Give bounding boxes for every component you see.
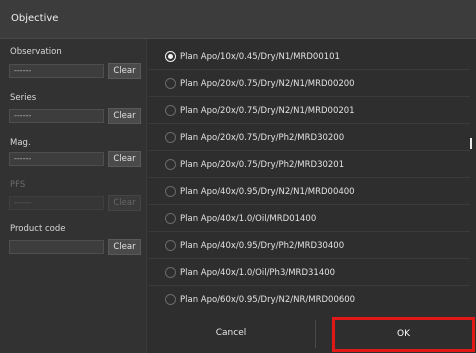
objective-option[interactable]: Plan Apo/40x/0.95/Dry/Ph2/MRD30400	[148, 234, 470, 259]
objective-option-label: Plan Apo/40x/0.95/Dry/N2/N1/MRD00400	[180, 187, 355, 197]
objective-option[interactable]: Plan Apo/20x/0.75/Dry/N2/N1/MRD00201	[148, 99, 470, 124]
series-clear-button[interactable]: Clear	[108, 108, 141, 124]
pfs-label: PFS	[10, 180, 26, 190]
radio-selected-icon[interactable]	[165, 51, 176, 62]
objective-option[interactable]: Plan Apo/40x/0.95/Dry/N2/N1/MRD00400	[148, 180, 470, 205]
window-title: Objective	[11, 13, 59, 24]
cancel-button[interactable]: Cancel	[148, 314, 314, 353]
objective-option-label: Plan Apo/10x/0.45/Dry/N1/MRD00101	[180, 52, 340, 62]
series-label: Series	[10, 93, 37, 103]
radio-icon[interactable]	[165, 186, 176, 197]
pfs-clear-button: Clear	[108, 195, 141, 211]
objective-option-label: Plan Apo/20x/0.75/Dry/Ph2/MRD30201	[180, 160, 345, 170]
objective-option-label: Plan Apo/20x/0.75/Dry/N2/N1/MRD00201	[180, 106, 355, 116]
objective-option[interactable]: Plan Apo/40x/1.0/Oil/Ph3/MRD31400	[148, 261, 470, 286]
radio-icon[interactable]	[165, 78, 176, 89]
objective-option-label: Plan Apo/20x/0.75/Dry/Ph2/MRD30200	[180, 133, 345, 143]
series-field[interactable]: ------	[9, 109, 104, 123]
filter-sidebar: Observation ------ Clear Series ------ C…	[0, 39, 147, 353]
objective-option-label: Plan Apo/40x/1.0/Oil/Ph3/MRD31400	[180, 268, 336, 278]
objective-option[interactable]: Plan Apo/40x/1.0/Oil/MRD01400	[148, 207, 470, 232]
objective-option[interactable]: Plan Apo/20x/0.75/Dry/N2/N1/MRD00200	[148, 72, 470, 97]
objective-option-label: Plan Apo/20x/0.75/Dry/N2/N1/MRD00200	[180, 79, 355, 89]
objective-list: Plan Apo/10x/0.45/Dry/N1/MRD00101 Plan A…	[148, 39, 476, 314]
radio-icon[interactable]	[165, 159, 176, 170]
observation-clear-button[interactable]: Clear	[108, 63, 141, 79]
ok-button[interactable]: OK	[332, 317, 475, 352]
radio-icon[interactable]	[165, 267, 176, 278]
objective-option[interactable]: Plan Apo/60x/0.95/Dry/N2/NR/MRD00600	[148, 288, 470, 313]
observation-field[interactable]: ------	[9, 64, 104, 78]
scrollbar-thumb[interactable]	[470, 138, 472, 149]
radio-icon[interactable]	[165, 132, 176, 143]
radio-icon[interactable]	[165, 240, 176, 251]
objective-option[interactable]: Plan Apo/20x/0.75/Dry/Ph2/MRD30200	[148, 126, 470, 151]
objective-option-label: Plan Apo/40x/0.95/Dry/Ph2/MRD30400	[180, 241, 345, 251]
objective-option[interactable]: Plan Apo/10x/0.45/Dry/N1/MRD00101	[148, 45, 470, 70]
pfs-field: ------	[9, 196, 104, 210]
objective-option-label: Plan Apo/40x/1.0/Oil/MRD01400	[180, 214, 317, 224]
observation-label: Observation	[10, 47, 62, 57]
product-code-field[interactable]	[9, 240, 104, 254]
radio-icon[interactable]	[165, 105, 176, 116]
mag-field[interactable]: ------	[9, 152, 104, 166]
product-code-clear-button[interactable]: Clear	[108, 239, 141, 255]
mag-clear-button[interactable]: Clear	[108, 151, 141, 167]
footer-divider	[315, 320, 316, 348]
mag-label: Mag.	[10, 138, 31, 148]
objective-option[interactable]: Plan Apo/20x/0.75/Dry/Ph2/MRD30201	[148, 153, 470, 178]
product-code-label: Product code	[10, 224, 66, 234]
radio-icon[interactable]	[165, 213, 176, 224]
radio-icon[interactable]	[165, 294, 176, 305]
title-bar: Objective	[0, 0, 476, 39]
objective-option-label: Plan Apo/60x/0.95/Dry/N2/NR/MRD00600	[180, 295, 356, 305]
dialog-footer: Cancel OK	[148, 314, 476, 353]
